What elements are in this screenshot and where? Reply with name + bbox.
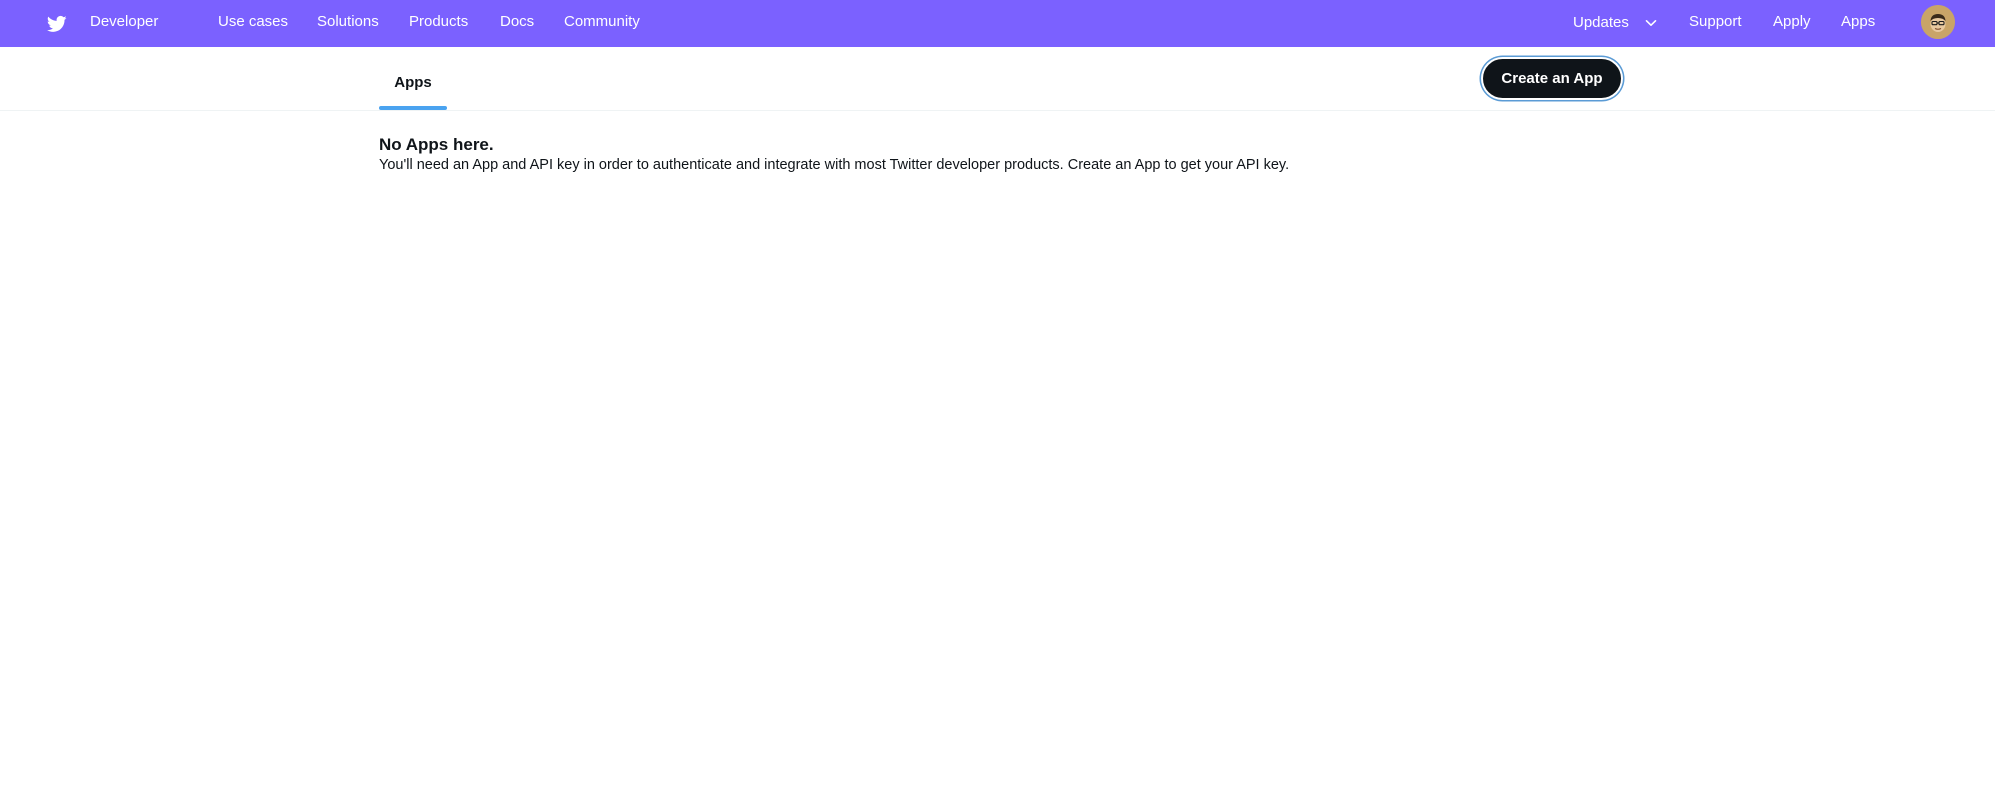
updates-label: Updates (1573, 14, 1629, 31)
nav-use-cases[interactable]: Use cases (218, 0, 288, 44)
chevron-down-icon (1645, 19, 1657, 26)
tab-apps-label: Apps (394, 74, 432, 91)
apps-tab-bar: Apps (0, 47, 1995, 111)
updates-dropdown[interactable]: Updates (1573, 0, 1658, 45)
create-app-button[interactable]: Create an App (1483, 59, 1621, 98)
user-avatar-icon (1921, 5, 1955, 39)
twitter-bird-icon (46, 15, 67, 32)
active-tab-indicator (379, 106, 447, 110)
developer-brand-link[interactable]: Developer (90, 0, 158, 44)
twitter-logo-link[interactable] (46, 0, 68, 47)
tab-apps[interactable]: Apps (379, 47, 447, 110)
nav-apply[interactable]: Apply (1773, 0, 1811, 44)
nav-docs[interactable]: Docs (500, 0, 534, 44)
nav-products[interactable]: Products (409, 0, 468, 44)
empty-state-description: You'll need an App and API key in order … (379, 157, 1290, 173)
nav-support[interactable]: Support (1689, 0, 1742, 44)
nav-apps[interactable]: Apps (1841, 0, 1875, 44)
avatar[interactable] (1921, 5, 1955, 39)
top-navigation-bar: Developer Use cases Solutions Products D… (0, 0, 1995, 47)
empty-state-title: No Apps here. (379, 135, 494, 154)
nav-solutions[interactable]: Solutions (317, 0, 379, 44)
nav-community[interactable]: Community (564, 0, 640, 44)
